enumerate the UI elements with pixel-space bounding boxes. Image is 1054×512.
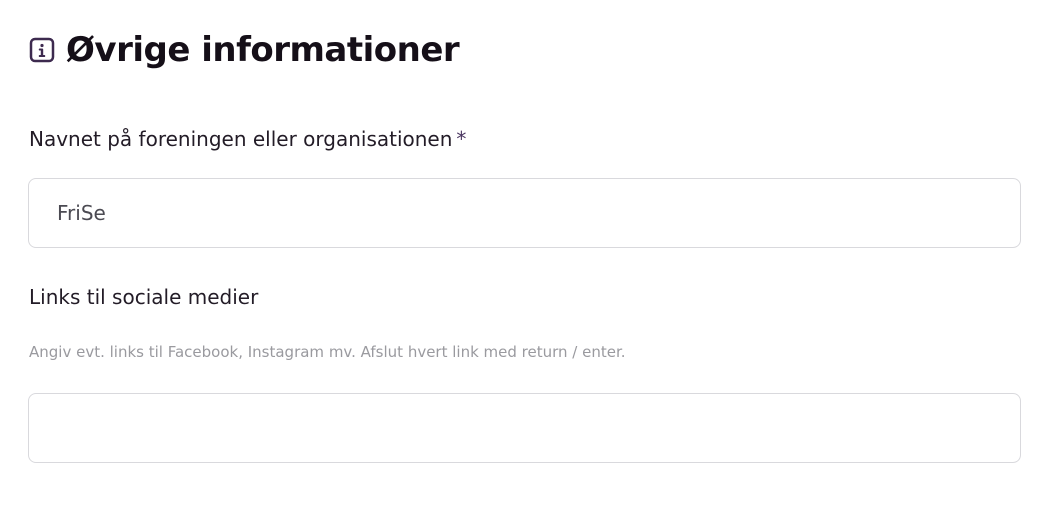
social-links-input[interactable] <box>28 393 1021 463</box>
organization-name-label: Navnet på foreningen eller organisatione… <box>29 127 466 151</box>
organization-name-input[interactable] <box>28 178 1021 248</box>
section-header: Øvrige informationer <box>28 30 460 70</box>
section-title: Øvrige informationer <box>66 30 460 70</box>
organization-name-label-text: Navnet på foreningen eller organisatione… <box>29 127 453 151</box>
required-marker: * <box>456 127 467 151</box>
other-information-section: Øvrige informationer Navnet på foreninge… <box>0 0 1054 512</box>
social-links-helper-text: Angiv evt. links til Facebook, Instagram… <box>29 343 626 361</box>
info-icon <box>28 36 56 64</box>
social-links-label: Links til sociale medier <box>29 285 259 309</box>
